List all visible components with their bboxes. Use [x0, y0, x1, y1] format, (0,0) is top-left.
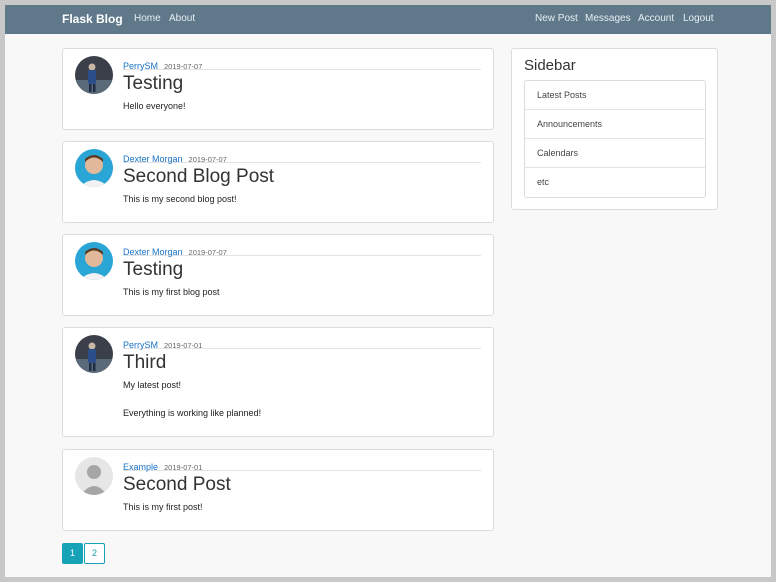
browser-viewport: Flask Blog Home About New Post Messages … — [5, 5, 771, 577]
page-2-button[interactable]: 2 — [84, 543, 105, 564]
post-content: Hello everyone! — [123, 101, 186, 111]
sidebar-item-latest-posts[interactable]: Latest Posts — [525, 81, 705, 110]
sidebar-list: Latest Posts Announcements Calendars etc — [524, 80, 706, 198]
post-date: 2019-07-07 — [188, 155, 227, 164]
post-card: PerrySM 2019-07-01 Third My latest post! … — [62, 327, 494, 437]
nav-messages-link[interactable]: Messages — [585, 13, 631, 24]
navbar: Flask Blog Home About New Post Messages … — [5, 5, 771, 34]
post-title-link[interactable]: Testing — [123, 73, 183, 95]
post-meta: Dexter Morgan 2019-07-07 — [123, 149, 481, 164]
post-author-link[interactable]: Dexter Morgan — [123, 247, 183, 257]
post-content: This is my first post! — [123, 502, 203, 512]
post-title-link[interactable]: Second Post — [123, 474, 231, 496]
post-card: PerrySM 2019-07-07 Testing Hello everyone… — [62, 48, 494, 130]
post-meta: Dexter Morgan 2019-07-07 — [123, 242, 481, 257]
post-date: 2019-07-01 — [164, 341, 203, 350]
post-meta: PerrySM 2019-07-01 — [123, 335, 481, 350]
person-photo-dark-icon — [75, 335, 113, 373]
post-meta: Example 2019-07-01 — [123, 457, 481, 472]
post-title-link[interactable]: Second Blog Post — [123, 166, 274, 188]
post-date: 2019-07-07 — [164, 62, 203, 71]
post-content: My latest post! — [123, 380, 182, 390]
post-author-link[interactable]: PerrySM — [123, 340, 158, 350]
sidebar-item-calendars[interactable]: Calendars — [525, 139, 705, 168]
post-author-link[interactable]: Dexter Morgan — [123, 154, 183, 164]
person-photo-dark-icon — [75, 56, 113, 94]
post-author-link[interactable]: PerrySM — [123, 61, 158, 71]
post-content: This is my first blog post — [123, 287, 220, 297]
sidebar-item-etc[interactable]: etc — [525, 168, 705, 197]
post-author-link[interactable]: Example — [123, 462, 158, 472]
brand-link[interactable]: Flask Blog — [62, 12, 123, 26]
post-card: Dexter Morgan 2019-07-07 Second Blog Post… — [62, 141, 494, 223]
post-meta: PerrySM 2019-07-07 — [123, 56, 481, 71]
post-content: Everything is working like planned! — [123, 408, 262, 418]
nav-about-link[interactable]: About — [169, 13, 195, 24]
post-card: Dexter Morgan 2019-07-07 Testing This is … — [62, 234, 494, 316]
default-user-icon — [75, 457, 113, 495]
post-card: Example 2019-07-01 Second Post This is my… — [62, 449, 494, 531]
person-photo-blue-icon — [75, 242, 113, 280]
page-1-button[interactable]: 1 — [62, 543, 83, 564]
nav-home-link[interactable]: Home — [134, 13, 161, 24]
nav-logout-link[interactable]: Logout — [683, 13, 714, 24]
person-photo-blue-icon — [75, 149, 113, 187]
sidebar-title: Sidebar — [524, 57, 576, 74]
sidebar-item-announcements[interactable]: Announcements — [525, 110, 705, 139]
post-title-link[interactable]: Third — [123, 352, 166, 374]
sidebar: Sidebar Latest Posts Announcements Calen… — [511, 48, 718, 210]
post-date: 2019-07-07 — [188, 248, 227, 257]
post-title-link[interactable]: Testing — [123, 259, 183, 281]
post-date: 2019-07-01 — [164, 463, 203, 472]
nav-new-post-link[interactable]: New Post — [535, 13, 578, 24]
nav-account-link[interactable]: Account — [638, 13, 674, 24]
post-content: This is my second blog post! — [123, 194, 237, 204]
